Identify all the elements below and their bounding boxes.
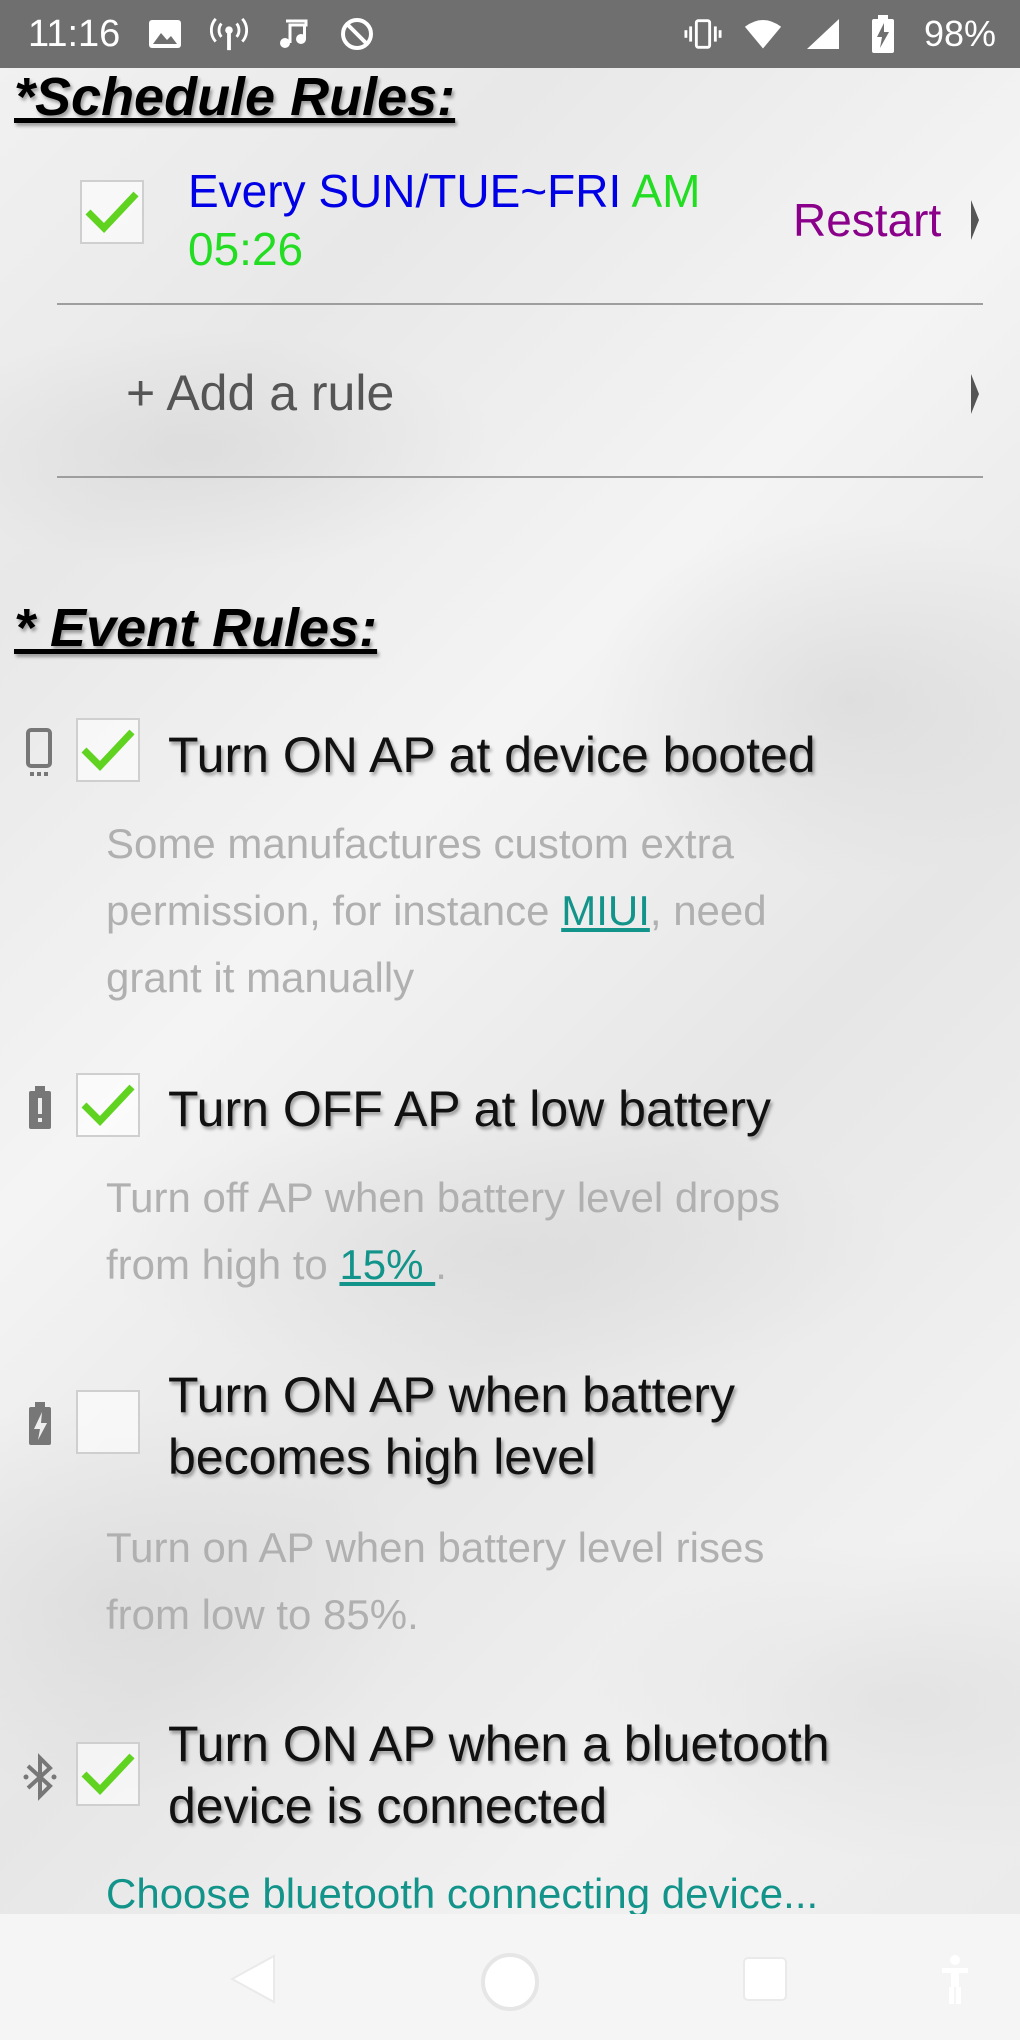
divider bbox=[57, 303, 983, 305]
hotspot-icon bbox=[210, 15, 249, 53]
recents-icon[interactable] bbox=[742, 1956, 788, 2002]
event-high-battery-title[interactable]: Turn ON AP when battery becomes high lev… bbox=[168, 1364, 735, 1488]
event-rules-title: * Event Rules: bbox=[14, 598, 378, 658]
schedule-rule-days: Every SUN/TUE~FRI bbox=[188, 165, 622, 217]
low-battery-threshold-link[interactable]: 15% bbox=[339, 1241, 435, 1288]
schedule-rule-time: 05:26 bbox=[188, 223, 304, 275]
battery-charging-icon bbox=[29, 1402, 51, 1445]
schedule-rule-ampm: AM bbox=[631, 165, 701, 217]
wifi-icon bbox=[744, 15, 782, 53]
vibrate-icon bbox=[684, 15, 722, 53]
event-high-battery-description: Turn on AP when battery level rises from… bbox=[106, 1524, 765, 1638]
event-boot-description: Some manufactures custom extra permissio… bbox=[106, 820, 767, 1001]
chevron-right-icon bbox=[971, 200, 979, 240]
event-bluetooth-title[interactable]: Turn ON AP when a bluetooth device is co… bbox=[168, 1713, 830, 1837]
schedule-rule-action[interactable]: Restart bbox=[793, 193, 941, 247]
battery-charging-status-icon bbox=[864, 15, 902, 53]
event-low-battery-description: Turn off AP when battery level drops fro… bbox=[106, 1174, 780, 1288]
status-time: 11:16 bbox=[28, 12, 121, 55]
event-bluetooth-checkbox[interactable] bbox=[76, 1742, 140, 1806]
navigation-bar bbox=[0, 1914, 1020, 2040]
checkmark-icon bbox=[81, 1084, 135, 1127]
checkmark-icon bbox=[81, 729, 135, 772]
schedule-rule-checkbox[interactable] bbox=[80, 180, 144, 244]
chevron-right-icon bbox=[971, 374, 979, 414]
music-icon bbox=[274, 15, 312, 53]
divider bbox=[57, 476, 983, 478]
status-bar: 11:16 98% bbox=[0, 0, 1020, 68]
event-boot-checkbox[interactable] bbox=[76, 718, 140, 782]
home-icon[interactable] bbox=[478, 1950, 542, 2014]
miui-link[interactable]: MIUI bbox=[561, 887, 650, 934]
back-icon[interactable] bbox=[230, 1954, 276, 2004]
checkmark-icon bbox=[81, 1753, 135, 1796]
event-low-battery-title[interactable]: Turn OFF AP at low battery bbox=[168, 1078, 771, 1140]
event-low-battery-checkbox[interactable] bbox=[76, 1073, 140, 1137]
battery-alert-icon bbox=[29, 1086, 51, 1129]
bluetooth-icon bbox=[23, 1753, 57, 1801]
schedule-rule-text[interactable]: Every SUN/TUE~FRI AM 05:26 bbox=[188, 162, 748, 278]
schedule-rules-title: *Schedule Rules: bbox=[14, 67, 456, 127]
battery-percent: 98% bbox=[923, 13, 996, 54]
event-high-battery-checkbox[interactable] bbox=[76, 1390, 140, 1454]
cell-signal-icon bbox=[804, 15, 842, 53]
choose-bluetooth-device-link[interactable]: Choose bluetooth connecting device... bbox=[106, 1870, 818, 1918]
accessibility-icon[interactable] bbox=[940, 1954, 970, 2006]
event-boot-title[interactable]: Turn ON AP at device booted bbox=[168, 724, 816, 786]
sync-disabled-icon bbox=[338, 15, 376, 53]
device-icon bbox=[26, 728, 52, 776]
checkmark-icon bbox=[85, 191, 139, 234]
add-rule-button[interactable]: + Add a rule bbox=[126, 364, 394, 422]
image-icon bbox=[146, 15, 184, 53]
